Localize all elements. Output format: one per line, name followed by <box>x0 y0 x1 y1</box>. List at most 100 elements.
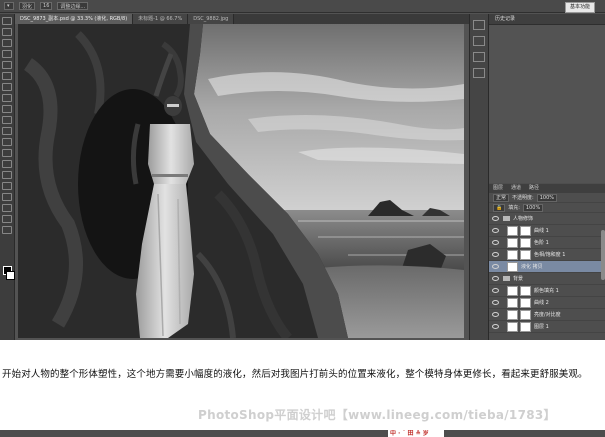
next-screenshot-strip: 中 ∙ ˙ 田 ≜ 岁 <box>0 430 605 437</box>
hand-tool-icon[interactable] <box>2 215 12 223</box>
options-bar: ▾ 羽化 16 调整边缘... 基本功能 <box>0 0 605 13</box>
tool-preset-picker[interactable]: ▾ <box>4 2 14 10</box>
layer-row[interactable]: 曲线 1 <box>489 225 605 237</box>
opacity-label: 不透明度: <box>512 195 534 201</box>
visibility-eye-icon[interactable] <box>492 252 499 257</box>
visibility-eye-icon[interactable] <box>492 276 499 281</box>
layer-thumbnail <box>507 225 518 236</box>
tools-panel <box>0 14 15 340</box>
refine-edge-button[interactable]: 调整边缘... <box>57 2 89 10</box>
marquee-tool-icon[interactable] <box>2 28 12 36</box>
folder-icon <box>503 276 510 281</box>
layer-row-selected[interactable]: 液化 拷贝 <box>489 261 605 273</box>
properties-panel-icon[interactable] <box>473 36 485 46</box>
layer-mask-thumbnail <box>520 321 531 332</box>
visibility-eye-icon[interactable] <box>492 264 499 269</box>
opacity-input[interactable]: 100% <box>536 193 557 202</box>
eraser-tool-icon[interactable] <box>2 127 12 135</box>
layer-name: 人物修饰 <box>513 216 534 222</box>
layer-mask-thumbnail <box>520 309 531 320</box>
zoom-tool-icon[interactable] <box>2 226 12 234</box>
feather-input[interactable]: 16 <box>40 2 53 10</box>
dodge-tool-icon[interactable] <box>2 160 12 168</box>
layer-thumbnail <box>507 237 518 248</box>
document-tab-active[interactable]: DSC_9873_副本.psd @ 33.3% (液化, RGB/8) <box>15 14 134 24</box>
layers-scrollbar[interactable] <box>601 230 605 280</box>
layer-mask-thumbnail <box>520 237 531 248</box>
document-tabs: DSC_9873_副本.psd @ 33.3% (液化, RGB/8) 未标题-… <box>15 14 470 24</box>
tab-channels[interactable]: 通道 <box>507 184 525 193</box>
clone-stamp-tool-icon[interactable] <box>2 105 12 113</box>
layer-thumbnail <box>507 309 518 320</box>
feather-label: 羽化 <box>19 2 36 10</box>
healing-brush-tool-icon[interactable] <box>2 83 12 91</box>
character-panel-icon[interactable] <box>473 52 485 62</box>
visibility-eye-icon[interactable] <box>492 240 499 245</box>
lasso-tool-icon[interactable] <box>2 39 12 47</box>
paragraph-panel-icon[interactable] <box>473 68 485 78</box>
layer-mask-thumbnail <box>520 285 531 296</box>
history-panel-body <box>489 25 605 183</box>
history-brush-tool-icon[interactable] <box>2 116 12 124</box>
blend-mode-select[interactable]: 正常 <box>493 193 510 202</box>
gradient-tool-icon[interactable] <box>2 138 12 146</box>
layer-name: 液化 拷贝 <box>521 264 543 270</box>
layer-thumbnail <box>507 249 518 260</box>
path-select-tool-icon[interactable] <box>2 193 12 201</box>
shape-tool-icon[interactable] <box>2 204 12 212</box>
layer-row[interactable]: 曲线 2 <box>489 297 605 309</box>
layer-name: 曲线 2 <box>534 300 549 306</box>
layer-name: 色相/饱和度 1 <box>534 252 566 258</box>
layer-row[interactable]: 人物修饰 <box>489 213 605 225</box>
layer-mask-thumbnail <box>520 249 531 260</box>
layer-row[interactable]: 颜色填充 1 <box>489 285 605 297</box>
layer-row[interactable]: 背景 <box>489 273 605 285</box>
layer-name: 颜色填充 1 <box>534 288 559 294</box>
visibility-eye-icon[interactable] <box>492 228 499 233</box>
layer-row[interactable]: 亮度/对比度 <box>489 309 605 321</box>
layer-row[interactable]: 色阶 1 <box>489 237 605 249</box>
layer-row[interactable]: 色相/饱和度 1 <box>489 249 605 261</box>
document-tab[interactable]: 未标题-1 @ 66.7% <box>133 14 189 24</box>
eyedropper-tool-icon[interactable] <box>2 72 12 80</box>
layer-name: 亮度/对比度 <box>534 312 561 318</box>
pen-tool-icon[interactable] <box>2 171 12 179</box>
photoshop-window: ▾ 羽化 16 调整边缘... 基本功能 DSC_9873_副本.psd @ 3… <box>0 0 605 340</box>
ime-status-bar: 中 ∙ ˙ 田 ≜ 岁 <box>388 430 444 437</box>
photo-model-on-rocks <box>18 24 464 338</box>
blend-mode-row: 正常 不透明度: 100% <box>489 193 605 203</box>
type-tool-icon[interactable] <box>2 182 12 190</box>
tab-layers[interactable]: 图层 <box>489 184 507 193</box>
layer-name: 曲线 1 <box>534 228 549 234</box>
visibility-eye-icon[interactable] <box>492 288 499 293</box>
document-tab[interactable]: DSC_9882.jpg <box>188 14 235 24</box>
history-panel-icon[interactable] <box>473 20 485 30</box>
tab-paths[interactable]: 路径 <box>525 184 543 193</box>
layer-thumbnail <box>507 321 518 332</box>
layer-mask-thumbnail <box>520 225 531 236</box>
layer-row[interactable]: 图层 1 <box>489 321 605 333</box>
panel-icons-strip <box>469 14 488 340</box>
layer-list: 人物修饰 曲线 1 色阶 1 色相/饱和度 1 液化 拷贝背景颜色填充 1 曲线 2 亮度/… <box>489 213 605 333</box>
visibility-eye-icon[interactable] <box>492 324 499 329</box>
document-canvas[interactable] <box>18 24 464 338</box>
lock-icons[interactable]: 🔒 <box>493 203 506 212</box>
brush-tool-icon[interactable] <box>2 94 12 102</box>
workspace-select[interactable]: 基本功能 <box>564 2 595 13</box>
visibility-eye-icon[interactable] <box>492 300 499 305</box>
layer-name: 色阶 1 <box>534 240 549 246</box>
quick-select-tool-icon[interactable] <box>2 50 12 58</box>
fill-input[interactable]: 100% <box>522 203 544 212</box>
visibility-eye-icon[interactable] <box>492 216 499 221</box>
crop-tool-icon[interactable] <box>2 61 12 69</box>
layer-thumbnail <box>507 285 518 296</box>
background-color-swatch[interactable] <box>6 271 15 280</box>
layer-mask-thumbnail <box>520 297 531 308</box>
visibility-eye-icon[interactable] <box>492 312 499 317</box>
blur-tool-icon[interactable] <box>2 149 12 157</box>
history-panel-title[interactable]: 历史记录 <box>489 14 605 25</box>
layer-thumbnail <box>507 297 518 308</box>
folder-icon <box>503 216 510 221</box>
article-caption: 开始对人物的整个形体塑性，这个地方需要小幅度的液化，然后对我图片打前头的位置来液… <box>2 369 588 380</box>
move-tool-icon[interactable] <box>2 17 12 25</box>
